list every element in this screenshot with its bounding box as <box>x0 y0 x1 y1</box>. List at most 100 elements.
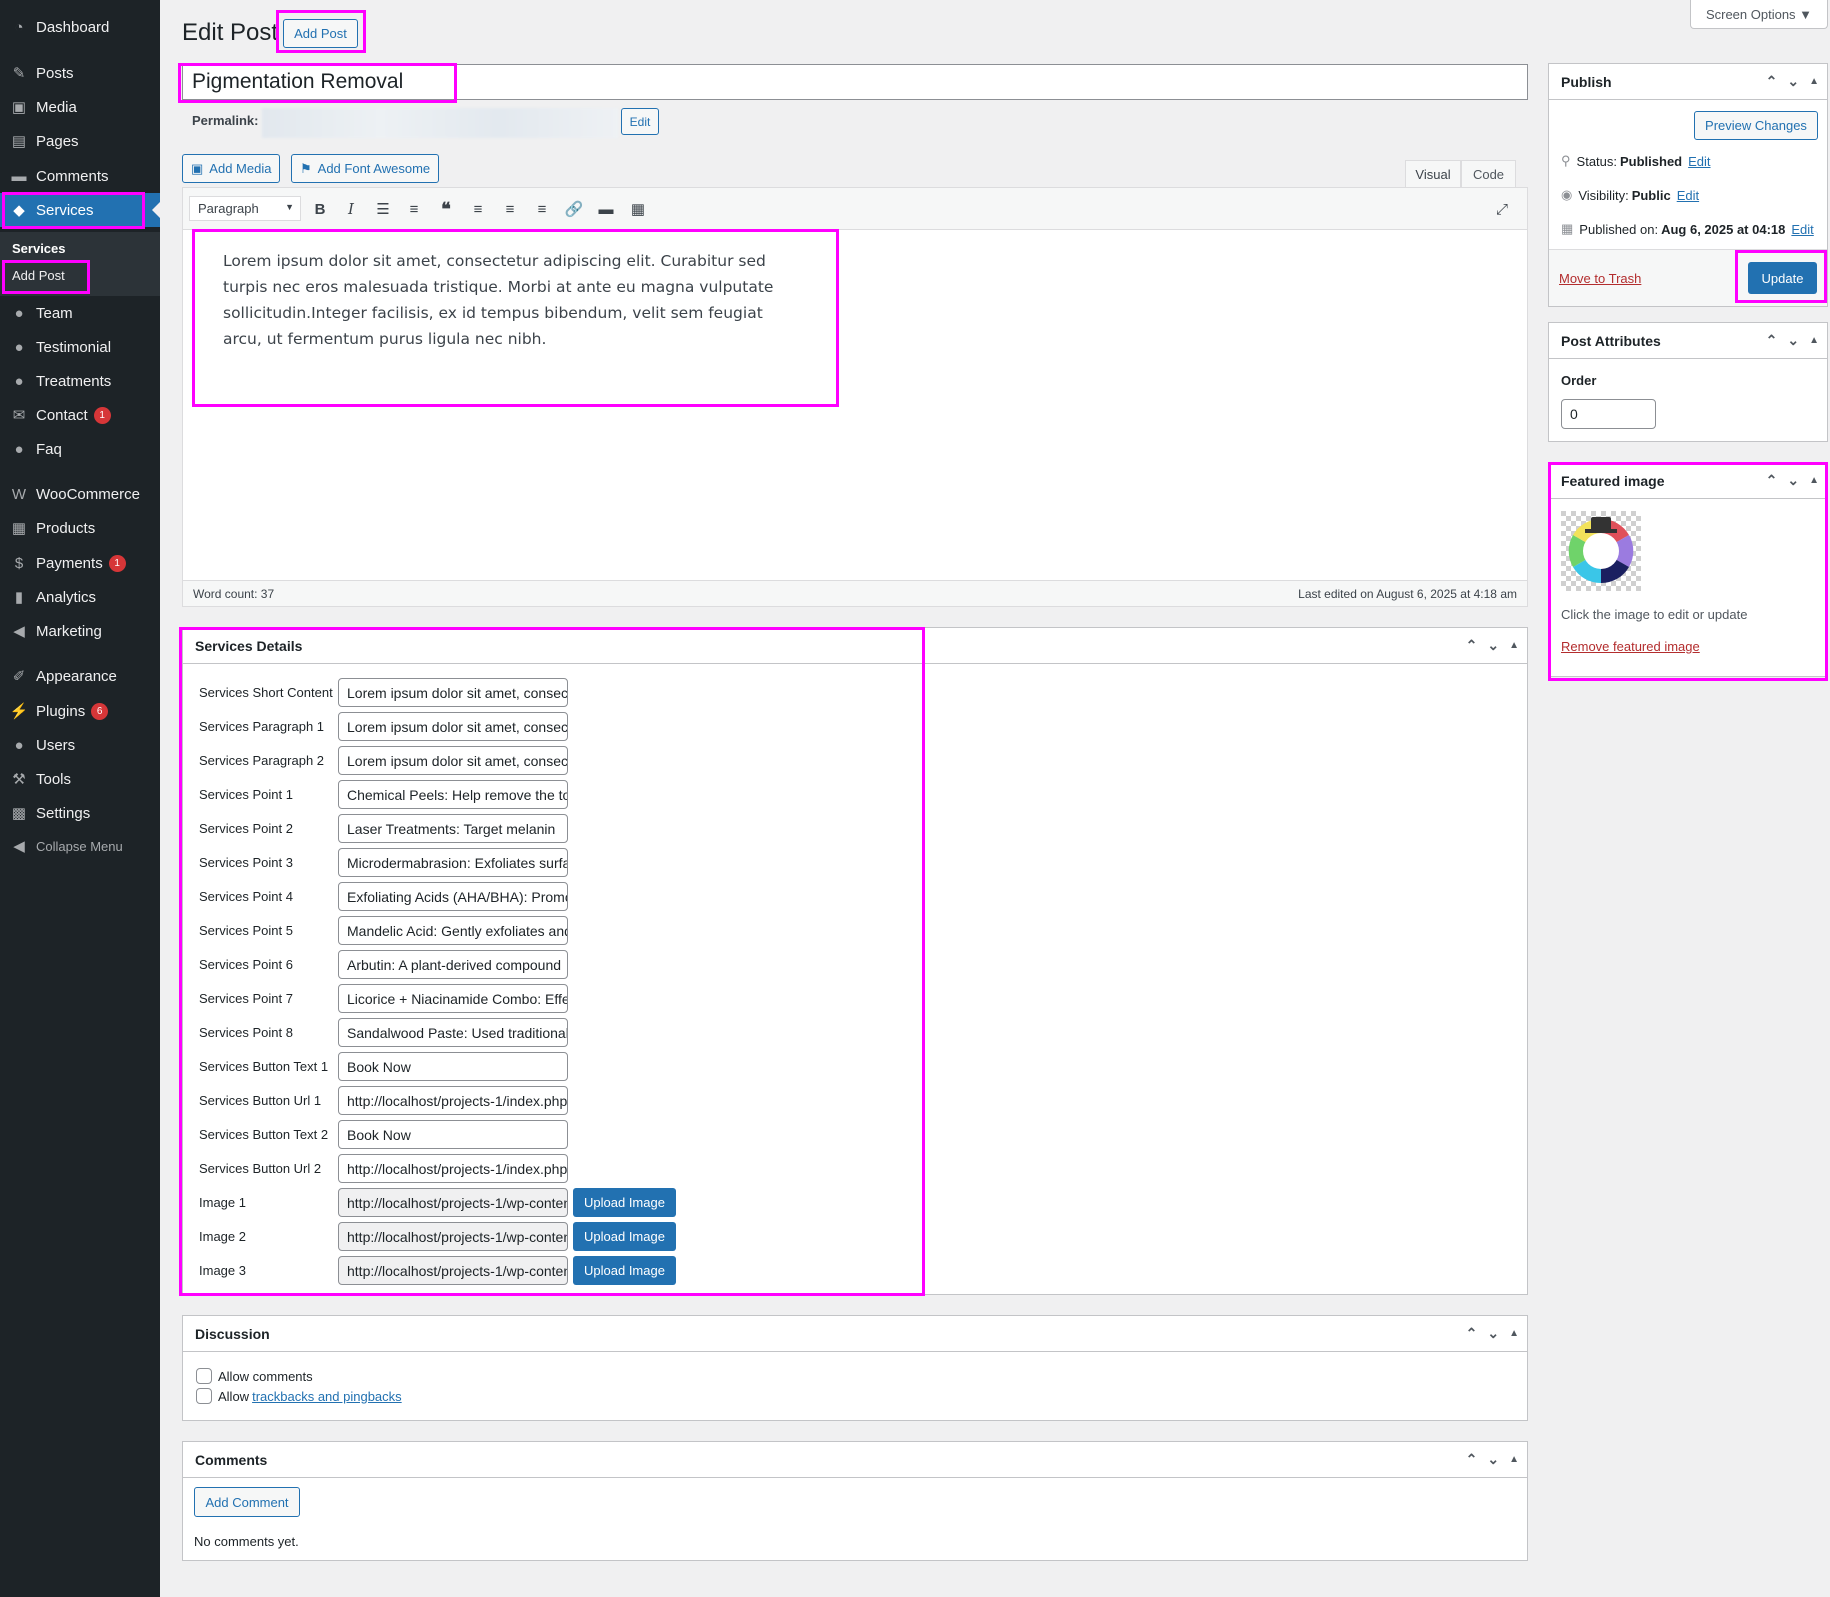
submenu-header[interactable]: Services <box>12 241 66 256</box>
post-title-input[interactable]: Pigmentation Removal <box>182 64 1528 100</box>
chevron-down-icon[interactable]: ⌄ <box>1787 472 1799 489</box>
services-field-input[interactable]: Mandelic Acid: Gently exfoliates and <box>338 916 568 945</box>
sidebar-item-posts[interactable]: ✎ Posts <box>0 56 160 90</box>
image-url-input[interactable]: http://localhost/projects-1/wp-content <box>338 1188 568 1217</box>
sidebar-item-contact[interactable]: ✉ Contact 1 <box>0 398 160 432</box>
services-field-input[interactable]: Lorem ipsum dolor sit amet, consectetur <box>338 712 568 741</box>
toggle-icon[interactable]: ▲ <box>1509 1454 1519 1465</box>
chevron-down-icon[interactable]: ⌄ <box>1487 1451 1499 1468</box>
screen-options-button[interactable]: Screen Options ▼ <box>1690 0 1828 29</box>
link-icon[interactable]: 🔗 <box>563 199 585 219</box>
sidebar-item-services[interactable]: ◆ Services <box>0 193 160 227</box>
chevron-up-icon[interactable]: ⌃ <box>1466 1451 1478 1468</box>
collapse-menu[interactable]: ◀ Collapse Menu <box>0 829 160 863</box>
toggle-icon[interactable]: ▲ <box>1809 335 1819 346</box>
chevron-up-icon[interactable]: ⌃ <box>1766 73 1778 90</box>
chevron-down-icon[interactable]: ⌄ <box>1487 1325 1499 1342</box>
featured-image-thumbnail[interactable] <box>1561 511 1641 591</box>
upload-image-button[interactable]: Upload Image <box>573 1188 676 1217</box>
sidebar-item-tools[interactable]: ⚒ Tools <box>0 762 160 796</box>
sidebar-item-testimonial[interactable]: ● Testimonial <box>0 330 160 364</box>
sidebar-item-products[interactable]: ▦ Products <box>0 511 160 545</box>
services-field-input[interactable]: http://localhost/projects-1/index.php <box>338 1086 568 1115</box>
upload-image-button[interactable]: Upload Image <box>573 1222 676 1251</box>
toolbar-toggle-icon[interactable]: ▦ <box>627 199 649 219</box>
toggle-icon[interactable]: ▲ <box>1509 640 1519 651</box>
bold-icon[interactable]: B <box>309 199 331 219</box>
preview-changes-button[interactable]: Preview Changes <box>1694 111 1818 140</box>
sidebar-item-settings[interactable]: ▩ Settings <box>0 796 160 830</box>
toggle-icon[interactable]: ▲ <box>1509 1328 1519 1339</box>
chevron-down-icon[interactable]: ⌄ <box>1787 73 1799 90</box>
services-field-input[interactable]: Book Now <box>338 1052 568 1081</box>
services-field-input[interactable]: Microdermabrasion: Exfoliates surface <box>338 848 568 877</box>
tab-visual[interactable]: Visual <box>1405 160 1461 188</box>
sidebar-item-users[interactable]: ● Users <box>0 728 160 762</box>
editor-content[interactable]: Lorem ipsum dolor sit amet, consectetur … <box>223 248 803 352</box>
publish-header[interactable]: Publish ⌃ ⌄ ▲ <box>1549 64 1827 100</box>
services-field-input[interactable]: Licorice + Niacinamide Combo: Effective <box>338 984 568 1013</box>
move-to-trash-link[interactable]: Move to Trash <box>1559 271 1641 286</box>
italic-icon[interactable]: I <box>340 199 362 219</box>
bullet-list-icon[interactable]: ☰ <box>372 199 394 219</box>
status-edit-link[interactable]: Edit <box>1688 154 1710 169</box>
order-input[interactable]: 0 <box>1561 399 1656 429</box>
services-field-input[interactable]: Lorem ipsum dolor sit amet, consectetur <box>338 678 568 707</box>
sidebar-item-pages[interactable]: ▤ Pages <box>0 124 160 158</box>
services-details-header[interactable]: Services Details ⌃ ⌄ ▲ <box>183 628 1527 664</box>
submenu-add-post[interactable]: Add Post <box>12 268 65 283</box>
services-field-input[interactable]: Lorem ipsum dolor sit amet, consectetur <box>338 746 568 775</box>
sidebar-item-dashboard[interactable]: ◔ Dashboard <box>0 10 160 44</box>
allow-comments-checkbox[interactable] <box>196 1368 212 1384</box>
services-field-input[interactable]: http://localhost/projects-1/index.php <box>338 1154 568 1183</box>
update-button[interactable]: Update <box>1748 262 1817 294</box>
sidebar-item-comments[interactable]: ▬ Comments <box>0 159 160 193</box>
permalink-url-blurred[interactable] <box>262 108 618 138</box>
add-font-awesome-button[interactable]: ⚑ Add Font Awesome <box>291 154 440 183</box>
services-field-input[interactable]: Arbutin: A plant-derived compound <box>338 950 568 979</box>
services-field-input[interactable]: Laser Treatments: Target melanin <box>338 814 568 843</box>
add-post-button[interactable]: Add Post <box>283 19 358 48</box>
sidebar-item-faq[interactable]: ● Faq <box>0 432 160 466</box>
discussion-header[interactable]: Discussion ⌃ ⌄ ▲ <box>183 1316 1527 1352</box>
chevron-up-icon[interactable]: ⌃ <box>1466 637 1478 654</box>
sidebar-item-team[interactable]: ● Team <box>0 296 160 330</box>
add-media-button[interactable]: ▣ Add Media <box>182 154 281 183</box>
featured-image-header[interactable]: Featured image ⌃ ⌄ ▲ <box>1549 463 1827 499</box>
sidebar-item-plugins[interactable]: ⚡ Plugins 6 <box>0 694 160 728</box>
visibility-edit-link[interactable]: Edit <box>1677 188 1699 203</box>
numbered-list-icon[interactable]: ≡ <box>403 199 425 219</box>
sidebar-item-media[interactable]: ▣ Media <box>0 90 160 124</box>
tab-code[interactable]: Code <box>1461 160 1516 188</box>
comments-header[interactable]: Comments ⌃ ⌄ ▲ <box>183 1442 1527 1478</box>
image-url-input[interactable]: http://localhost/projects-1/wp-content <box>338 1222 568 1251</box>
sidebar-item-analytics[interactable]: ▮ Analytics <box>0 580 160 614</box>
services-field-input[interactable]: Exfoliating Acids (AHA/BHA): Promote <box>338 882 568 911</box>
permalink-edit-button[interactable]: Edit <box>621 108 659 135</box>
align-right-icon[interactable]: ≡ <box>531 199 553 219</box>
content-editor[interactable]: Paragraph ▼ B I ☰ ≡ ❝ ≡ ≡ ≡ 🔗 ▬ ▦ ⤢ Lorem… <box>182 187 1528 607</box>
toggle-icon[interactable]: ▲ <box>1809 76 1819 87</box>
add-comment-button[interactable]: Add Comment <box>194 1487 300 1517</box>
trackbacks-link[interactable]: trackbacks and pingbacks <box>252 1389 402 1404</box>
allow-trackbacks-checkbox[interactable] <box>196 1388 212 1404</box>
post-attributes-header[interactable]: Post Attributes ⌃ ⌄ ▲ <box>1549 323 1827 359</box>
chevron-down-icon[interactable]: ⌄ <box>1487 637 1499 654</box>
chevron-up-icon[interactable]: ⌃ <box>1466 1325 1478 1342</box>
image-url-input[interactable]: http://localhost/projects-1/wp-content <box>338 1256 568 1285</box>
sidebar-item-marketing[interactable]: ◀ Marketing <box>0 614 160 648</box>
sidebar-item-woocommerce[interactable]: W WooCommerce <box>0 477 160 511</box>
align-left-icon[interactable]: ≡ <box>467 199 489 219</box>
chevron-up-icon[interactable]: ⌃ <box>1766 332 1778 349</box>
chevron-up-icon[interactable]: ⌃ <box>1766 472 1778 489</box>
align-center-icon[interactable]: ≡ <box>499 199 521 219</box>
blockquote-icon[interactable]: ❝ <box>435 199 457 219</box>
upload-image-button[interactable]: Upload Image <box>573 1256 676 1285</box>
format-select[interactable]: Paragraph ▼ <box>189 196 301 221</box>
toggle-icon[interactable]: ▲ <box>1809 475 1819 486</box>
services-field-input[interactable]: Book Now <box>338 1120 568 1149</box>
services-field-input[interactable]: Sandalwood Paste: Used traditionally <box>338 1018 568 1047</box>
chevron-down-icon[interactable]: ⌄ <box>1787 332 1799 349</box>
services-field-input[interactable]: Chemical Peels: Help remove the top <box>338 780 568 809</box>
published-edit-link[interactable]: Edit <box>1791 222 1813 237</box>
